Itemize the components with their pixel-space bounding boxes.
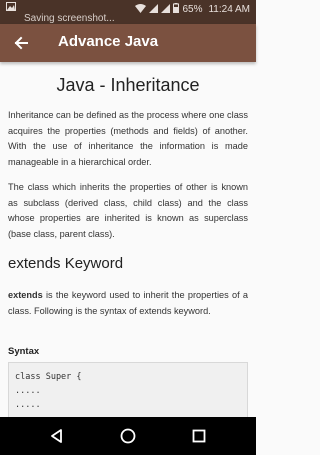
battery-percent: 65%: [182, 4, 203, 15]
code-line: .....: [15, 386, 41, 396]
notification-image-icon: [6, 2, 16, 14]
syntax-label: Syntax: [8, 346, 40, 357]
square-recents-icon: [192, 429, 206, 443]
app-bar: Advance Java: [0, 24, 256, 62]
battery-icon: [173, 3, 180, 16]
content-area[interactable]: Java - Inheritance Inheritance can be de…: [0, 62, 256, 417]
triangle-back-icon: [51, 429, 62, 443]
code-line: class Super {: [15, 372, 82, 382]
navigation-bar: [0, 417, 256, 455]
app-title: Advance Java: [58, 33, 159, 50]
extends-description: is the keyword used to inherit the prope…: [8, 290, 248, 316]
wifi-icon: [135, 3, 147, 16]
page-title: Java - Inheritance: [56, 75, 200, 95]
circle-home-icon: [120, 428, 136, 444]
status-ticker: Saving screenshot...: [24, 13, 115, 24]
section-heading: extends Keyword: [8, 255, 124, 272]
signal-icon-2: [161, 3, 171, 16]
subclass-paragraph: The class which inherits the properties …: [8, 182, 248, 239]
arrow-back-icon: [14, 36, 28, 50]
status-bar: Saving screenshot... 65% 11:24 AM: [0, 0, 256, 24]
nav-back-button[interactable]: [48, 427, 66, 445]
code-line: .....: [15, 400, 41, 410]
status-time: 11:24 AM: [208, 4, 250, 15]
intro-paragraph: Inheritance can be defined as the proces…: [8, 110, 248, 167]
code-block: class Super { ..... .....: [8, 362, 248, 417]
extends-paragraph: extends is the keyword used to inherit t…: [8, 288, 248, 319]
signal-icon: [149, 3, 159, 16]
nav-home-button[interactable]: [119, 427, 137, 445]
extends-keyword: extends: [8, 290, 43, 300]
nav-recents-button[interactable]: [190, 427, 208, 445]
back-button[interactable]: [8, 30, 34, 56]
